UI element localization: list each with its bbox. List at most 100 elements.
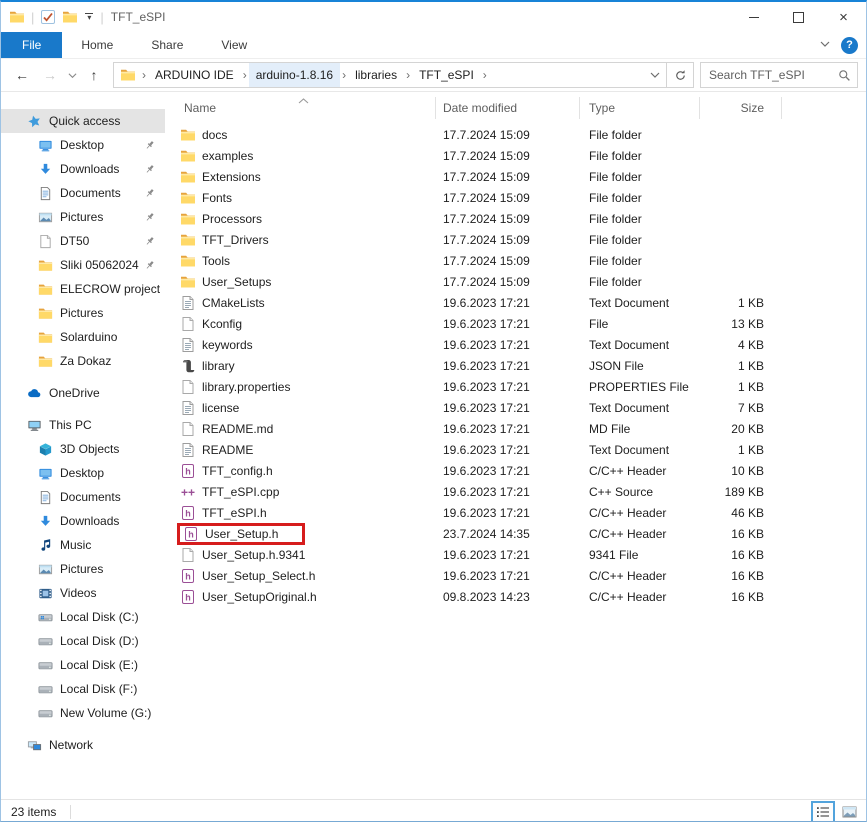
table-row[interactable]: hTFT_eSPI.h19.6.2023 17:21C/C++ Header46… [165,502,866,523]
file-name-wrap[interactable]: examples [177,147,259,165]
sidebar-item-network[interactable]: Network [1,733,165,757]
file-name-wrap[interactable]: Kconfig [177,315,248,333]
breadcrumb-separator[interactable]: › [241,63,249,87]
file-name-wrap[interactable]: keywords [177,336,259,354]
breadcrumb-segment-arduino-1-8-16[interactable]: arduino-1.8.16 [249,63,340,87]
table-row[interactable]: library19.6.2023 17:21JSON File1 KB [165,355,866,376]
table-row[interactable]: hUser_SetupOriginal.h09.8.2023 14:23C/C+… [165,586,866,607]
table-row[interactable]: TFT_Drivers17.7.2024 15:09File folder [165,229,866,250]
sidebar-item-videos[interactable]: Videos [1,581,165,605]
search-input[interactable] [707,67,838,83]
table-row[interactable]: Kconfig19.6.2023 17:21File13 KB [165,313,866,334]
sidebar-item-local-disk-c[interactable]: Local Disk (C:) [1,605,165,629]
tab-home[interactable]: Home [62,32,132,58]
sidebar-item-solarduino[interactable]: Solarduino [1,325,165,349]
up-button[interactable]: ↑ [81,62,107,88]
file-name-wrap[interactable]: hTFT_config.h [177,462,279,480]
table-row[interactable]: library.properties19.6.2023 17:21PROPERT… [165,376,866,397]
table-row[interactable]: keywords19.6.2023 17:21Text Document4 KB [165,334,866,355]
file-name-wrap[interactable]: README [177,441,259,459]
sidebar-item-pictures[interactable]: Pictures [1,205,165,229]
file-name-wrap[interactable]: hUser_SetupOriginal.h [177,588,323,606]
file-name-wrap[interactable]: hUser_Setup_Select.h [177,567,321,585]
sidebar-item-sliki-05062024[interactable]: Sliki 05062024 [1,253,165,277]
address-bar[interactable]: › ARDUINO IDE›arduino-1.8.16›libraries›T… [113,62,694,88]
sidebar-item-desktop[interactable]: Desktop [1,133,165,157]
sidebar-item-documents[interactable]: Documents [1,485,165,509]
breadcrumb-segment-libraries[interactable]: libraries [348,63,404,87]
file-name-wrap[interactable]: CMakeLists [177,294,271,312]
recent-locations-chevron-icon[interactable] [65,62,79,88]
table-row[interactable]: User_Setups17.7.2024 15:09File folder [165,271,866,292]
sidebar-item-new-volume-g[interactable]: New Volume (G:) [1,701,165,725]
sidebar-item-this-pc[interactable]: This PC [1,413,165,437]
file-name-wrap[interactable]: User_Setups [177,273,277,291]
minimize-button[interactable] [731,2,776,32]
table-row[interactable]: README19.6.2023 17:21Text Document1 KB [165,439,866,460]
file-name-wrap[interactable]: docs [177,126,233,144]
customize-toolbar-dropdown-icon[interactable]: ▾ [84,13,94,21]
breadcrumb-segment-arduino-ide[interactable]: ARDUINO IDE [148,63,241,87]
sidebar-item-dt50[interactable]: DT50 [1,229,165,253]
properties-check-icon[interactable] [40,9,56,25]
table-row[interactable]: hUser_Setup.h23.7.2024 14:35C/C++ Header… [165,523,866,544]
file-name-wrap[interactable]: Extensions [177,168,267,186]
file-name-wrap[interactable]: Fonts [177,189,238,207]
search-icon[interactable] [838,69,851,82]
table-row[interactable]: examples17.7.2024 15:09File folder [165,145,866,166]
sidebar-item-quick-access[interactable]: Quick access [1,109,165,133]
help-icon[interactable]: ? [841,37,858,54]
file-name-wrap[interactable]: TFT_Drivers [177,231,275,249]
sidebar-item-documents[interactable]: Documents [1,181,165,205]
sidebar-item-za-dokaz[interactable]: Za Dokaz [1,349,165,373]
tab-file[interactable]: File [1,32,62,58]
sidebar-item-downloads[interactable]: Downloads [1,157,165,181]
sidebar-item-desktop[interactable]: Desktop [1,461,165,485]
sidebar-item-pictures[interactable]: Pictures [1,301,165,325]
table-row[interactable]: ++TFT_eSPI.cpp19.6.2023 17:21C++ Source1… [165,481,866,502]
file-name-wrap[interactable]: license [177,399,245,417]
column-header-name[interactable]: Name [165,97,436,119]
column-header-date-modified[interactable]: Date modified [436,97,580,119]
breadcrumb-separator[interactable]: › [404,63,412,87]
sidebar-item-elecrow-project[interactable]: ELECROW project [1,277,165,301]
sidebar-item-local-disk-d[interactable]: Local Disk (D:) [1,629,165,653]
file-name-wrap[interactable]: library.properties [177,378,296,396]
table-row[interactable]: README.md19.6.2023 17:21MD File20 KB [165,418,866,439]
table-row[interactable]: Processors17.7.2024 15:09File folder [165,208,866,229]
highlighted-file-red-box[interactable]: hUser_Setup.h [177,523,305,545]
thumbnails-view-button[interactable] [837,801,861,822]
table-row[interactable]: CMakeLists19.6.2023 17:21Text Document1 … [165,292,866,313]
table-row[interactable]: Fonts17.7.2024 15:09File folder [165,187,866,208]
table-row[interactable]: hUser_Setup_Select.h19.6.2023 17:21C/C++… [165,565,866,586]
table-row[interactable]: license19.6.2023 17:21Text Document7 KB [165,397,866,418]
forward-button[interactable]: → [37,62,63,88]
breadcrumb-separator[interactable]: › [481,63,489,87]
tab-share[interactable]: Share [132,32,202,58]
breadcrumb-separator[interactable]: › [340,63,348,87]
tab-view[interactable]: View [202,32,266,58]
sidebar-item-3d-objects[interactable]: 3D Objects [1,437,165,461]
table-row[interactable]: docs17.7.2024 15:09File folder [165,124,866,145]
sidebar-item-downloads[interactable]: Downloads [1,509,165,533]
sidebar-item-local-disk-e[interactable]: Local Disk (E:) [1,653,165,677]
breadcrumb-segment-tft-espi[interactable]: TFT_eSPI [412,63,481,87]
table-row[interactable]: User_Setup.h.934119.6.2023 17:219341 Fil… [165,544,866,565]
sidebar-item-music[interactable]: Music [1,533,165,557]
table-row[interactable]: hTFT_config.h19.6.2023 17:21C/C++ Header… [165,460,866,481]
details-view-button[interactable] [811,801,835,822]
file-name-wrap[interactable]: Processors [177,210,268,228]
column-header-size[interactable]: Size [700,97,782,119]
expand-ribbon-chevron-icon[interactable] [819,38,831,53]
address-dropdown-chevron-icon[interactable] [644,63,666,87]
maximize-button[interactable] [776,2,821,32]
file-name-wrap[interactable]: Tools [177,252,236,270]
sidebar-item-pictures[interactable]: Pictures [1,557,165,581]
search-box[interactable] [700,62,858,88]
table-row[interactable]: Extensions17.7.2024 15:09File folder [165,166,866,187]
file-name-wrap[interactable]: README.md [177,420,279,438]
back-button[interactable]: ← [9,62,35,88]
sidebar-item-local-disk-f[interactable]: Local Disk (F:) [1,677,165,701]
close-button[interactable]: × [821,2,866,32]
column-header-type[interactable]: Type [580,97,700,119]
